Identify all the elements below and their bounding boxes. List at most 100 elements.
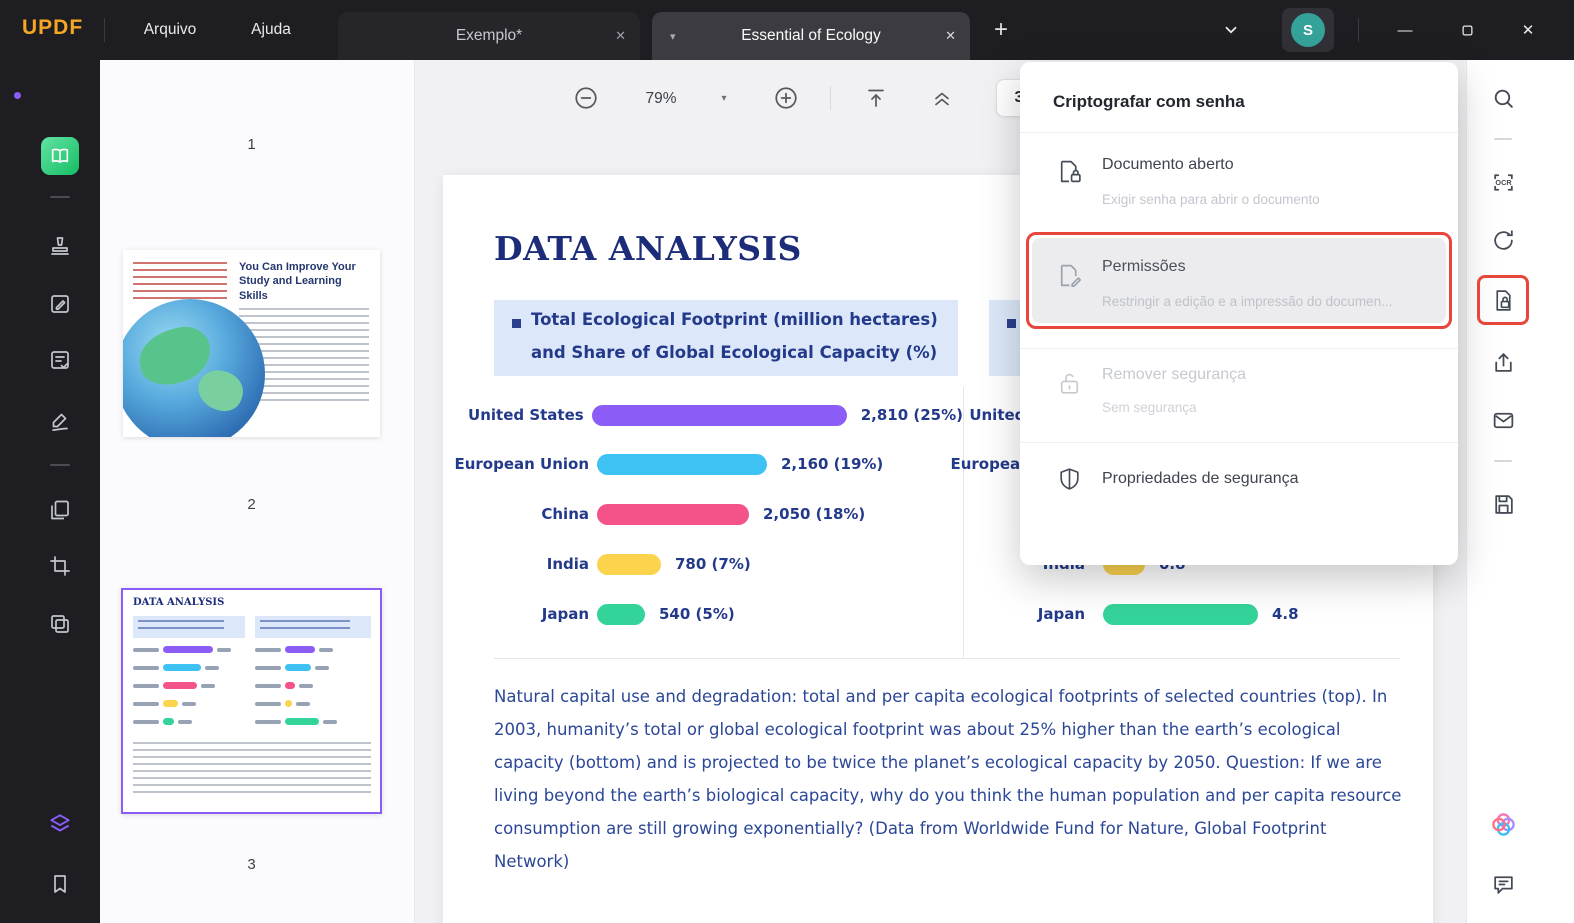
chart-row: European Union 2,160 (19%) <box>443 453 963 475</box>
form-tool-button[interactable] <box>40 340 80 380</box>
menu-item-label: Remover segurança <box>1102 366 1247 383</box>
bar-value: 780 (7%) <box>675 555 751 573</box>
stamp-icon <box>48 234 72 258</box>
chart-bottom-rule <box>494 658 1400 659</box>
menu-item-permissoes-highlight-bg <box>1032 238 1446 323</box>
convert-button[interactable] <box>1485 222 1521 258</box>
thumbnail-heading: You Can Improve Your Study and Learning … <box>239 261 356 302</box>
organize-pages-button[interactable] <box>40 490 80 530</box>
bar-label: Japan <box>541 605 589 623</box>
divider <box>1358 18 1359 42</box>
chart-row: Japan 4.8 <box>939 603 1439 625</box>
thumbnails-panel-button[interactable] <box>40 804 80 844</box>
document-heading: DATA ANALYSIS <box>494 229 802 268</box>
window-minimize-button[interactable]: — <box>1383 0 1427 60</box>
menu-item-label: Permissões <box>1102 258 1186 275</box>
ai-assistant-button[interactable] <box>1485 806 1521 842</box>
bar-value: 2,160 (19%) <box>781 455 884 473</box>
document-lock-icon <box>1491 288 1516 313</box>
tab-exemplo[interactable]: Exemplo* ✕ <box>338 12 640 60</box>
window-close-button[interactable]: ✕ <box>1506 0 1550 60</box>
rail-divider <box>1494 138 1512 140</box>
reader-mode-button[interactable] <box>40 136 80 176</box>
menu-item-label: Propriedades de segurança <box>1102 470 1299 487</box>
search-icon <box>1491 86 1516 111</box>
bar <box>597 603 645 625</box>
menu-item-subtitle: Restringir a edição e a impressão do doc… <box>1102 294 1393 309</box>
menu-arquivo[interactable]: Arquivo <box>130 0 210 60</box>
crop-icon <box>48 554 72 578</box>
comments-panel-button[interactable] <box>1485 866 1521 902</box>
divider <box>104 18 105 42</box>
pages-icon <box>48 498 72 522</box>
edit-pdf-button[interactable] <box>40 284 80 324</box>
rail-divider <box>1494 460 1512 462</box>
chart-row: India 780 (7%) <box>443 553 963 575</box>
chart-caption-banner-left: Total Ecological Footprint (million hect… <box>494 300 958 376</box>
tab-list-chevron-icon[interactable] <box>1214 0 1248 60</box>
menu-item-label: Documento aberto <box>1102 156 1234 173</box>
bar <box>591 404 847 426</box>
menu-ajuda[interactable]: Ajuda <box>236 0 306 60</box>
share-button[interactable] <box>1485 344 1521 380</box>
document-lock-icon <box>1056 158 1083 185</box>
bar-value: 4.8 <box>1272 605 1299 623</box>
bar-label: European Union <box>454 455 589 473</box>
bar <box>597 503 749 525</box>
chart-row: United States 2,810 (25%) <box>443 404 963 426</box>
tab-essential-of-ecology[interactable]: ▾ Essential of Ecology ✕ <box>652 12 970 60</box>
scroll-to-top-button[interactable] <box>862 84 890 112</box>
bar <box>597 553 661 575</box>
mini-banner <box>255 616 371 638</box>
bar-label: China <box>541 505 589 523</box>
ai-flower-icon <box>1490 811 1517 838</box>
tab-close-icon[interactable]: ✕ <box>615 28 626 44</box>
comment-bubble-icon <box>1491 872 1516 897</box>
thumbnail-page-number: 3 <box>247 856 256 873</box>
zoom-out-button[interactable] <box>572 84 600 112</box>
tab-label: Essential of Ecology <box>741 27 881 44</box>
window-maximize-button[interactable] <box>1445 0 1489 60</box>
toolbar-divider <box>830 86 831 110</box>
menu-item-subtitle: Sem segurança <box>1102 400 1197 415</box>
document-edit-icon <box>1056 262 1083 289</box>
encrypt-menu: Criptografar com senha Documento aberto … <box>1020 62 1458 565</box>
bookmarks-panel-button[interactable] <box>40 864 80 904</box>
search-button[interactable] <box>1485 80 1521 116</box>
account-avatar[interactable]: S <box>1282 8 1334 52</box>
thumbnail-page-3[interactable]: DATA ANALYSIS <box>121 588 382 814</box>
bullet-square-icon <box>1007 319 1016 328</box>
layers-icon <box>47 811 73 837</box>
thumbnail-page-2[interactable]: You Can Improve Your Study and Learning … <box>123 250 380 437</box>
ocr-icon: OCR <box>1491 170 1516 195</box>
encrypt-menu-title: Criptografar com senha <box>1053 92 1245 111</box>
form-fields-icon <box>48 348 72 372</box>
zoom-in-button[interactable] <box>772 84 800 112</box>
menu-item-subtitle: Exigir senha para abrir o documento <box>1102 192 1320 207</box>
email-button[interactable] <box>1485 402 1521 438</box>
menu-divider <box>1020 442 1458 443</box>
document-paragraph: Natural capital use and degradation: tot… <box>494 687 1402 871</box>
previous-page-button[interactable] <box>928 84 956 112</box>
duplicate-pages-icon <box>48 612 72 636</box>
zoom-level[interactable]: 79% <box>628 90 694 108</box>
tab-close-icon[interactable]: ✕ <box>945 28 956 44</box>
unlock-icon <box>1056 370 1083 397</box>
encrypt-button[interactable] <box>1485 282 1521 318</box>
menu-divider <box>1020 132 1458 133</box>
titlebar: UPDF Arquivo Ajuda Exemplo* ✕ ▾ Essentia… <box>0 0 1574 60</box>
bar-label: United States <box>468 406 584 424</box>
crop-pages-button[interactable] <box>40 546 80 586</box>
bar-label: Japan <box>1037 605 1085 623</box>
new-tab-button[interactable]: + <box>984 0 1018 60</box>
sign-tool-button[interactable] <box>40 402 80 442</box>
thumbnail-page-number: 2 <box>247 496 256 513</box>
save-button[interactable] <box>1485 486 1521 522</box>
ocr-button[interactable]: OCR <box>1485 164 1521 200</box>
zoom-caret-icon[interactable]: ▾ <box>714 90 734 106</box>
batch-process-button[interactable] <box>40 604 80 644</box>
tab-dropdown-icon[interactable]: ▾ <box>670 30 676 43</box>
bar-value: 2,050 (18%) <box>763 505 866 523</box>
thumbnail-text-lines <box>133 262 227 304</box>
comment-tool-button[interactable] <box>40 226 80 266</box>
